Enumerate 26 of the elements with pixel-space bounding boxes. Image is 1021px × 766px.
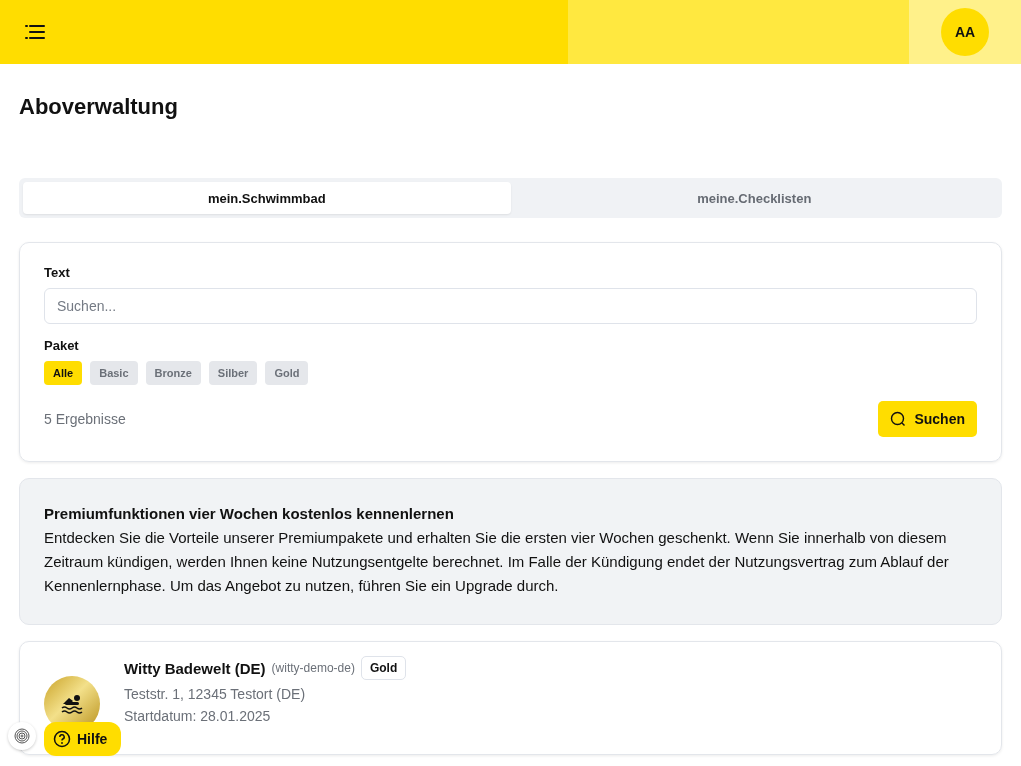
field-label: Text (44, 265, 71, 280)
page-title: Aboverwaltung (19, 94, 179, 120)
promo-text: Entdecken Sie die Vorteile unserer Premiumpakete und erhalten Sie die ersten vier Wochen geschenkt. Wenn Sie innerhalb von diesem Zeitraum kündigen, werden Ihnen keine Nutzungsentgelte berechnet. Im Falle der Kündigung endet der Nutzungsvertrag zum Ablauf der Kennenlernphase. Um das Angebot zu nutzen, führen Sie ein Upgrade durch. (44, 528, 950, 596)
search-field[interactable]: Suchen... (44, 288, 977, 324)
pool-address: Teststr. 1, 12345 Testort (DE) (124, 686, 307, 702)
tab[interactable]: mein.Schwimmbad (23, 182, 511, 214)
help-button[interactable]: Hilfe (44, 722, 122, 756)
search-button[interactable]: Suchen (878, 401, 977, 437)
pool-slug: (witty-demo-de) (271, 661, 355, 675)
question-icon (53, 730, 71, 748)
package-filter-chip[interactable]: Silber (208, 361, 258, 385)
field-label: Paket (44, 338, 80, 353)
pool-name: Witty Badewelt (DE) (124, 659, 266, 677)
user-avatar[interactable]: AA (941, 8, 989, 56)
promo-title: Premiumfunktionen vier Wochen kostenlos kennenlernen (44, 505, 455, 522)
results-count: 5 Ergebnisse (44, 411, 126, 427)
start-date: Startdatum: 28.01.2025 (124, 708, 272, 724)
package-badge: Gold (360, 656, 407, 680)
tab[interactable]: meine.Checklisten (510, 182, 998, 214)
package-filter-chip[interactable]: Basic (90, 361, 138, 385)
package-filter-chip[interactable]: Bronze (145, 361, 201, 385)
search-icon (890, 411, 907, 427)
package-filter-chip[interactable]: Alle (44, 361, 83, 385)
package-filter-chip[interactable]: Gold (265, 361, 309, 385)
fingerprint-icon[interactable] (8, 722, 36, 750)
menu-icon[interactable] (25, 24, 45, 40)
